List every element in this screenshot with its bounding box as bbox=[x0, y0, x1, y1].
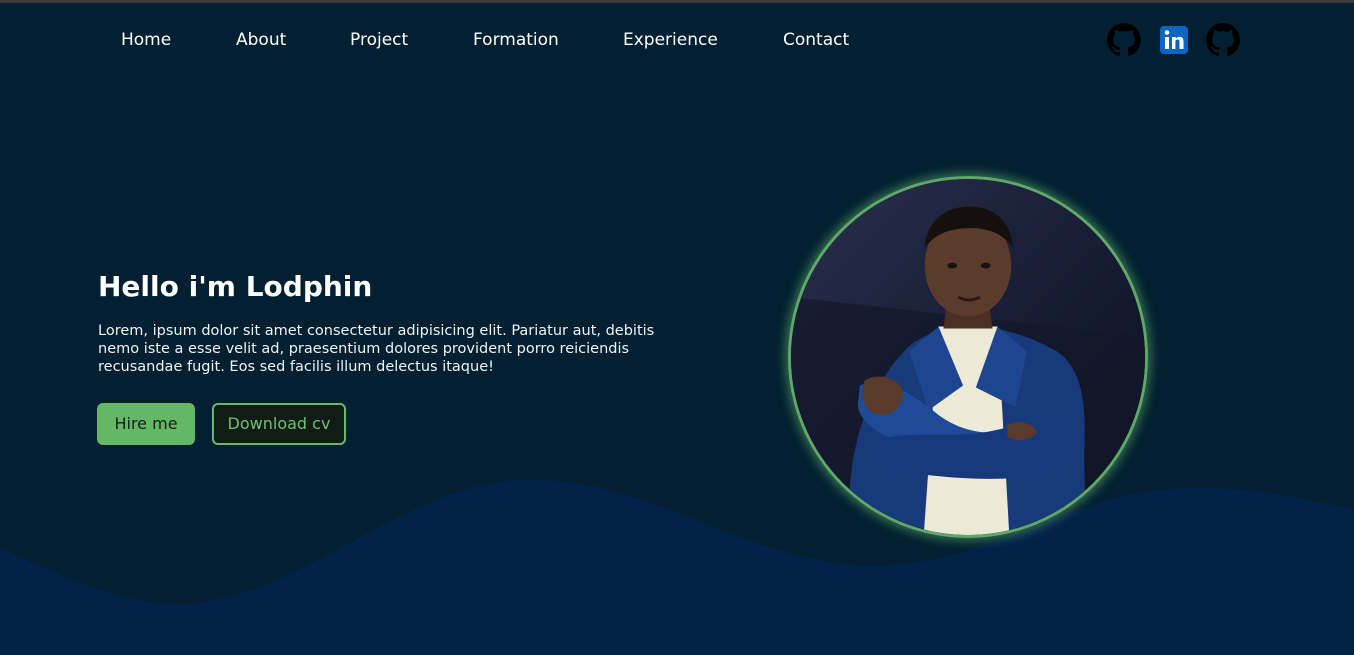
linkedin-icon[interactable] bbox=[1157, 23, 1191, 57]
hero-description: Lorem, ipsum dolor sit amet consectetur … bbox=[98, 323, 655, 375]
nav-formation-link[interactable]: Formation bbox=[473, 30, 559, 50]
download-cv-button[interactable]: Download cv bbox=[212, 403, 346, 445]
nav-home-link[interactable]: Home bbox=[121, 30, 171, 50]
github-icon[interactable] bbox=[1206, 23, 1240, 57]
nav-project-link[interactable]: Project bbox=[350, 30, 408, 50]
top-navigation: Home About Project Formation Experience … bbox=[0, 3, 1354, 77]
hire-me-button[interactable]: Hire me bbox=[97, 403, 195, 445]
nav-contact-link[interactable]: Contact bbox=[783, 30, 849, 50]
nav-about-link[interactable]: About bbox=[236, 30, 286, 50]
portfolio-page: Home About Project Formation Experience … bbox=[0, 0, 1354, 655]
profile-photo bbox=[788, 176, 1148, 538]
github-icon[interactable] bbox=[1107, 23, 1141, 57]
person-portrait-illustration bbox=[791, 179, 1145, 535]
nav-experience-link[interactable]: Experience bbox=[623, 30, 718, 50]
hero-title: Hello i'm Lodphin bbox=[98, 270, 373, 303]
